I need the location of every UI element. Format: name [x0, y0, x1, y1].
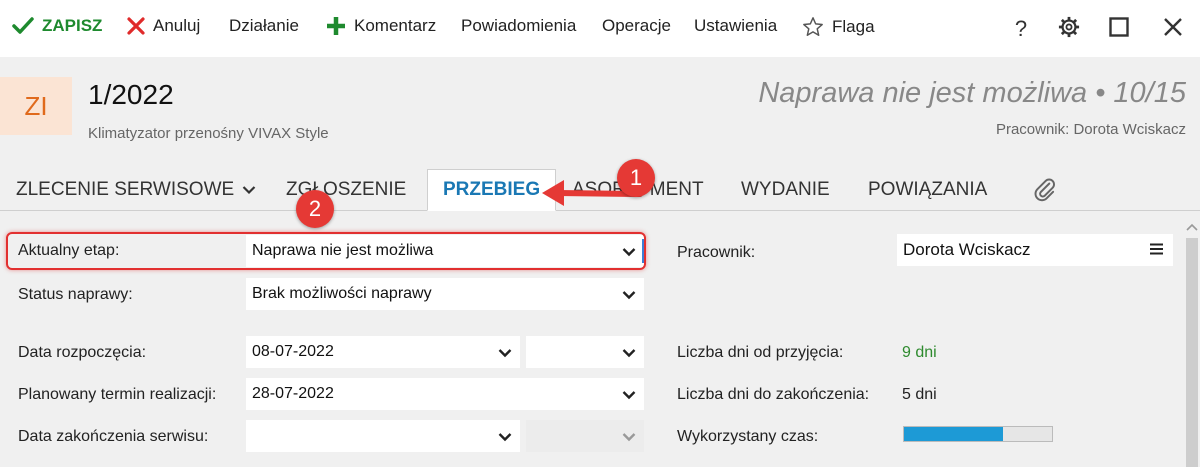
- tab-service-order[interactable]: ZLECENIE SERWISOWE: [16, 169, 256, 211]
- current-stage-select[interactable]: Naprawa nie jest możliwa: [246, 235, 644, 267]
- operations-button[interactable]: Operacje: [602, 16, 671, 36]
- tab-bar: ZLECENIE SERWISOWE ZGŁOSZENIE PRZEBIEG A…: [0, 169, 1200, 211]
- days-to-end-label: Liczba dni do zakończenia:: [677, 386, 870, 403]
- tab-relations[interactable]: POWIĄZANIA: [868, 169, 987, 211]
- tab-label: POWIĄZANIA: [868, 179, 988, 200]
- focus-indicator: [642, 239, 644, 263]
- chevron-down-icon: [622, 345, 636, 363]
- save-label: ZAPISZ: [42, 16, 103, 35]
- start-date-picker[interactable]: 08-07-2022: [246, 336, 520, 368]
- tab-progress[interactable]: PRZEBIEG: [427, 169, 557, 211]
- checkmark-icon: [12, 17, 34, 35]
- notifications-label: Powiadomienia: [461, 16, 577, 35]
- settings-label: Ustawienia: [694, 16, 778, 35]
- gear-icon: [1058, 16, 1080, 43]
- action-menu-button[interactable]: Działanie: [229, 16, 299, 36]
- worker-value: Dorota Wciskacz: [903, 240, 1031, 259]
- chevron-down-icon: [622, 287, 636, 305]
- notifications-button[interactable]: Powiadomienia: [461, 16, 576, 36]
- plus-icon: [326, 16, 346, 36]
- operations-label: Operacje: [602, 16, 671, 35]
- comment-label: Komentarz: [354, 16, 437, 35]
- scroll-thumb[interactable]: [1186, 238, 1198, 467]
- maximize-button[interactable]: [1104, 14, 1134, 44]
- comment-button[interactable]: Komentarz: [326, 16, 436, 36]
- tab-label: PRZEBIEG: [443, 179, 541, 200]
- repair-status-select[interactable]: Brak możliwości naprawy: [246, 278, 644, 310]
- attachment-icon[interactable]: [1032, 177, 1060, 205]
- current-stage-label: Aktualny etap:: [18, 242, 120, 259]
- toolbar: ZAPISZ Anuluj Działanie Komentarz Powiad…: [0, 0, 1200, 57]
- tab-label: ZLECENIE SERWISOWE: [16, 179, 235, 200]
- cancel-label: Anuluj: [153, 16, 201, 35]
- avatar: ZI: [0, 77, 72, 135]
- stage-title: Naprawa nie jest możliwa • 10/15: [758, 77, 1186, 109]
- cancel-button[interactable]: Anuluj: [127, 16, 200, 36]
- flag-label: Flaga: [832, 17, 875, 36]
- planned-date-value: 28-07-2022: [252, 385, 334, 402]
- chevron-down-icon: [498, 429, 512, 447]
- close-window-button[interactable]: [1158, 14, 1188, 44]
- days-since-label: Liczba dni od przyjęcia:: [677, 344, 844, 361]
- start-date-label: Data rozpoczęcia:: [18, 344, 147, 361]
- annotation-badge-2: 2: [296, 190, 334, 228]
- vertical-scrollbar[interactable]: [1182, 212, 1200, 467]
- time-used-progress-bar: [903, 426, 1053, 442]
- document-description: Klimatyzator przenośny VIVAX Style: [88, 125, 329, 142]
- time-used-label: Wykorzystany czas:: [677, 428, 819, 445]
- help-icon: ?: [1014, 16, 1028, 41]
- days-since-value: 9 dni: [902, 344, 937, 361]
- chevron-down-icon: [622, 244, 636, 262]
- chevron-down-icon: [622, 387, 636, 405]
- worker-select[interactable]: Dorota Wciskacz: [897, 234, 1173, 266]
- document-number: 1/2022: [88, 79, 174, 110]
- end-time-picker: [526, 420, 644, 452]
- tab-label: WYDANIE: [741, 179, 830, 200]
- planned-date-picker[interactable]: 28-07-2022: [246, 378, 644, 410]
- planned-date-label: Planowany termin realizacji:: [18, 386, 217, 403]
- chevron-down-icon: [498, 345, 512, 363]
- start-date-value: 08-07-2022: [252, 343, 334, 360]
- end-date-picker[interactable]: [246, 420, 520, 452]
- days-to-end-value: 5 dni: [902, 386, 937, 403]
- close-icon: [127, 17, 145, 35]
- progress-fill: [904, 427, 1004, 441]
- settings-button[interactable]: Ustawienia: [694, 16, 777, 36]
- repair-status-value: Brak możliwości naprawy: [252, 285, 432, 302]
- help-button[interactable]: ?: [1006, 14, 1036, 44]
- annotation-badge-1: 1: [617, 159, 655, 197]
- maximize-icon: [1109, 16, 1129, 42]
- current-stage-value: Naprawa nie jest możliwa: [252, 242, 434, 259]
- chevron-down-icon: [242, 179, 256, 201]
- action-label: Działanie: [229, 16, 299, 35]
- document-header: ZI 1/2022 Klimatyzator przenośny VIVAX S…: [0, 57, 1200, 169]
- repair-status-label: Status naprawy:: [18, 286, 133, 303]
- assigned-worker: Pracownik: Dorota Wciskacz: [995, 121, 1186, 138]
- chevron-down-icon: [622, 429, 636, 447]
- worker-label: Pracownik:: [677, 244, 756, 261]
- settings-gear-button[interactable]: [1054, 14, 1084, 44]
- start-time-picker[interactable]: [526, 336, 644, 368]
- star-icon: [802, 16, 824, 38]
- progress-form: Aktualny etap: Naprawa nie jest możliwa …: [0, 212, 1182, 467]
- menu-icon[interactable]: [1150, 242, 1163, 260]
- scroll-up-icon[interactable]: [1186, 218, 1198, 236]
- save-button[interactable]: ZAPISZ: [12, 16, 102, 36]
- flag-button[interactable]: Flaga: [802, 16, 875, 38]
- close-window-icon: [1163, 17, 1183, 42]
- end-date-label: Data zakończenia serwisu:: [18, 428, 209, 445]
- tab-release[interactable]: WYDANIE: [741, 169, 830, 211]
